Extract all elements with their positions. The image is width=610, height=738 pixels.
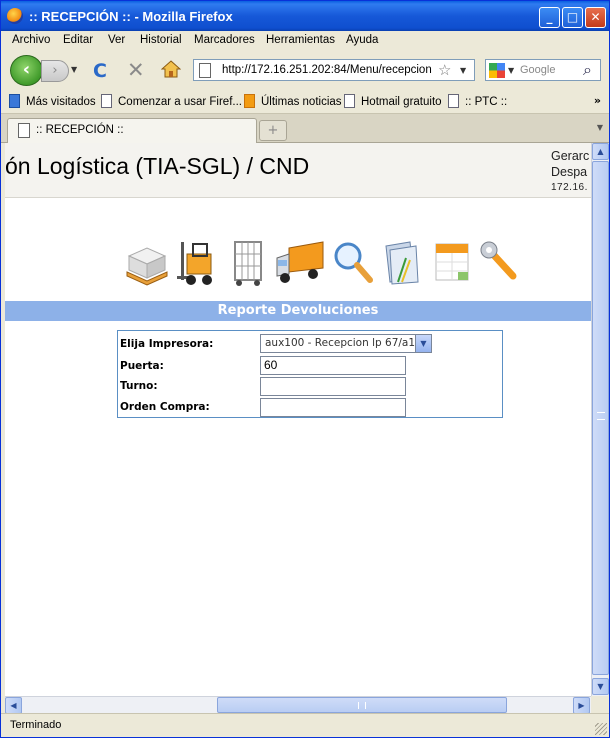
wrench-icon[interactable] <box>477 238 521 288</box>
bookmark-ptc[interactable]: :: PTC :: <box>448 94 507 108</box>
page-icon <box>18 123 30 138</box>
door-input[interactable]: 60 <box>260 356 406 375</box>
tab-list-dropdown-icon[interactable]: ▼ <box>597 123 603 132</box>
stop-icon[interactable]: ✕ <box>127 58 145 82</box>
menu-historial[interactable]: Historial <box>140 34 182 46</box>
vertical-scrollbar[interactable]: ▲ ▼ <box>591 143 609 696</box>
page-icon <box>101 94 112 108</box>
user-role: Despa <box>551 165 588 179</box>
bookmarks-toolbar: Más visitados Comenzar a usar Firef... Ú… <box>1 89 609 114</box>
bookmark-label: Últimas noticias <box>261 96 342 108</box>
scroll-up-button[interactable]: ▲ <box>592 143 609 160</box>
page-title: ón Logística (TIA-SGL) / CND <box>5 153 310 179</box>
firefox-logo-icon <box>7 8 23 24</box>
bookmarks-overflow-button[interactable]: » <box>594 94 601 107</box>
menu-bar: Archivo Editar Ver Historial Marcadores … <box>1 31 609 51</box>
purchase-order-label: Orden Compra: <box>120 401 210 413</box>
menu-ver[interactable]: Ver <box>108 34 125 46</box>
back-button[interactable]: ‹ <box>10 55 43 86</box>
url-text[interactable]: http://172.16.251.202:84/Menu/recepcion? <box>222 64 432 76</box>
status-bar: Terminado <box>1 713 609 737</box>
grip-icon <box>358 702 366 709</box>
engine-dropdown-icon[interactable]: ▼ <box>508 66 514 75</box>
menu-ayuda[interactable]: Ayuda <box>346 34 378 46</box>
tab-recepcion[interactable]: :: RECEPCIÓN :: <box>7 118 257 143</box>
history-dropdown-icon[interactable]: ▼ <box>71 65 77 74</box>
page-content: ón Logística (TIA-SGL) / CND Gerarc Desp… <box>5 143 591 696</box>
user-name: Gerarc <box>551 149 590 163</box>
window-title: :: RECEPCIÓN :: - Mozilla Firefox <box>29 9 233 24</box>
printer-selected-value: aux100 - Recepcion lp 67/a100 <box>265 337 415 349</box>
google-engine-icon[interactable] <box>489 63 505 78</box>
page-icon <box>199 63 211 78</box>
menu-herramientas[interactable]: Herramientas <box>266 34 335 46</box>
scroll-down-button[interactable]: ▼ <box>592 678 609 695</box>
report-title-bar: Reporte Devoluciones <box>5 301 591 321</box>
horizontal-scrollbar[interactable]: ◀ ▶ <box>5 696 591 714</box>
maximize-button[interactable]: □ <box>562 7 583 28</box>
bookmark-label: Hotmail gratuito <box>361 96 442 108</box>
bookmark-mas-visitados[interactable]: Más visitados <box>9 94 96 108</box>
bookmark-ultimas-noticias[interactable]: Últimas noticias <box>244 94 342 108</box>
search-icon[interactable]: ⌕ <box>583 60 592 80</box>
browser-window: :: RECEPCIÓN :: - Mozilla Firefox _ □ ✕ … <box>0 0 610 738</box>
pallet-icon[interactable] <box>125 238 169 288</box>
calendar-icon[interactable] <box>430 238 474 288</box>
page-icon <box>344 94 355 108</box>
module-icons <box>125 238 525 290</box>
bookmark-star-icon[interactable]: ☆ <box>438 61 451 79</box>
page-icon <box>448 94 459 108</box>
vertical-scroll-thumb[interactable] <box>592 161 609 675</box>
smart-folder-icon <box>9 94 20 108</box>
horizontal-scroll-thumb[interactable] <box>217 697 507 713</box>
url-bar[interactable]: http://172.16.251.202:84/Menu/recepcion?… <box>193 59 475 81</box>
scrollbar-corner <box>591 696 608 713</box>
search-bar[interactable]: ▼ Google ⌕ <box>485 59 601 81</box>
new-tab-button[interactable]: + <box>259 120 287 141</box>
cage-cart-icon[interactable] <box>227 238 271 288</box>
page-header: ón Logística (TIA-SGL) / CND Gerarc Desp… <box>5 143 591 198</box>
resize-grip-icon[interactable] <box>595 723 607 735</box>
status-text: Terminado <box>10 719 62 731</box>
url-dropdown-icon[interactable]: ▼ <box>460 66 466 75</box>
tab-label: :: RECEPCIÓN :: <box>36 124 124 136</box>
printer-label: Elija Impresora: <box>120 338 214 350</box>
menu-editar[interactable]: Editar <box>63 34 93 46</box>
scroll-right-button[interactable]: ▶ <box>573 697 590 714</box>
user-info: Gerarc Despa 172.16. <box>551 148 589 196</box>
bookmark-label: Más visitados <box>26 96 96 108</box>
minimize-button[interactable]: _ <box>539 7 560 28</box>
door-label: Puerta: <box>120 360 164 372</box>
bookmark-label: :: PTC :: <box>465 96 508 108</box>
rss-icon <box>244 94 255 108</box>
forward-button[interactable]: › <box>41 60 69 82</box>
search-input[interactable]: Google <box>520 64 555 76</box>
bookmark-comenzar[interactable]: Comenzar a usar Firef... <box>101 94 242 108</box>
home-icon[interactable] <box>161 59 181 79</box>
report-form: Elija Impresora: aux100 - Recepcion lp 6… <box>117 330 503 418</box>
purchase-order-input[interactable] <box>260 398 406 417</box>
grip-icon <box>597 412 605 420</box>
folder-icon[interactable] <box>380 238 424 288</box>
bookmark-hotmail[interactable]: Hotmail gratuito <box>344 94 442 108</box>
scroll-left-button[interactable]: ◀ <box>5 697 22 714</box>
reload-icon[interactable]: C <box>93 60 107 82</box>
forklift-icon[interactable] <box>175 238 219 288</box>
printer-select[interactable]: aux100 - Recepcion lp 67/a100 ▼ <box>260 334 432 353</box>
navigation-toolbar: ‹ › ▼ C ✕ http://172.16.251.202:84/Menu/… <box>1 51 609 89</box>
close-button[interactable]: ✕ <box>585 7 606 28</box>
menu-marcadores[interactable]: Marcadores <box>194 34 255 46</box>
truck-icon[interactable] <box>275 238 325 288</box>
shift-input[interactable] <box>260 377 406 396</box>
bookmark-label: Comenzar a usar Firef... <box>118 96 242 108</box>
tab-strip: :: RECEPCIÓN :: + ▼ <box>1 114 609 143</box>
title-bar[interactable]: :: RECEPCIÓN :: - Mozilla Firefox _ □ ✕ <box>1 1 609 31</box>
magnifier-icon[interactable] <box>330 238 374 288</box>
user-ip: 172.16. <box>551 182 588 193</box>
menu-archivo[interactable]: Archivo <box>12 34 50 46</box>
chevron-down-icon[interactable]: ▼ <box>415 335 431 352</box>
shift-label: Turno: <box>120 380 158 392</box>
